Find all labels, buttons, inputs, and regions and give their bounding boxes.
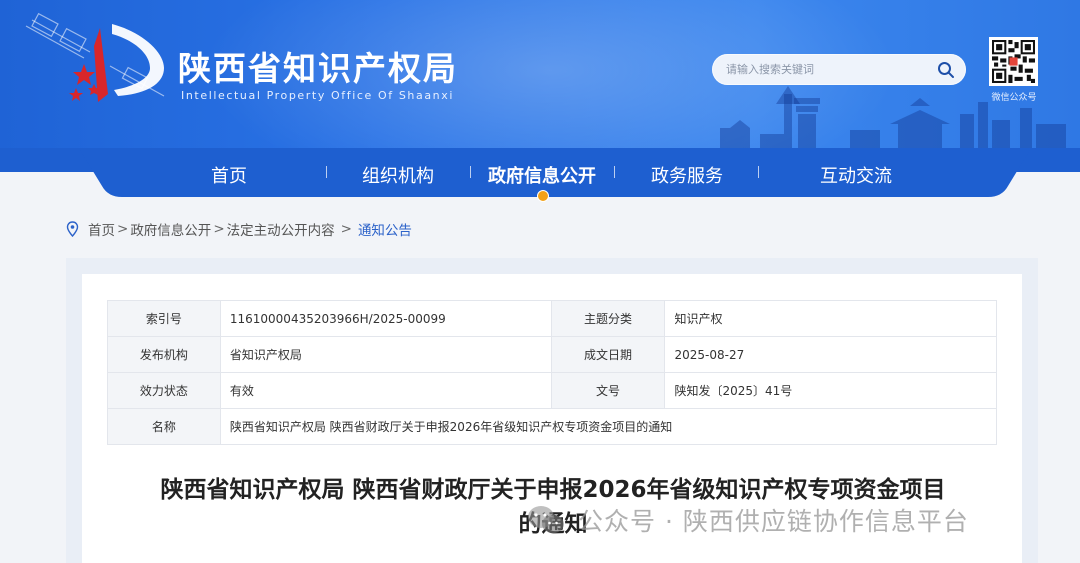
watermark: 公众号 · 陕西供应链协作信息平台 — [526, 500, 969, 540]
nav-separator — [758, 166, 759, 178]
breadcrumb-current[interactable]: 通知公告 — [358, 219, 412, 239]
breadcrumb-separator: > — [117, 221, 129, 237]
breadcrumb-separator: > — [213, 221, 225, 237]
meta-key: 名称 — [107, 408, 221, 445]
breadcrumb-separator: > — [340, 221, 352, 237]
meta-value: 陕西省知识产权局 陕西省财政厅关于申报2026年省级知识产权专项资金项目的通知 — [219, 408, 998, 445]
breadcrumb-statutory-disclosure[interactable]: 法定主动公开内容 — [227, 219, 335, 239]
meta-key: 发布机构 — [107, 336, 221, 373]
main-nav: 首页 组织机构 政府信息公开 政务服务 互动交流 — [80, 150, 1030, 197]
nav-separator — [614, 166, 615, 178]
wechat-icon — [528, 506, 564, 533]
nav-item-gov-info-disclosure[interactable]: 政府信息公开 — [488, 162, 596, 188]
meta-key: 主题分类 — [550, 300, 666, 337]
search-box — [712, 54, 966, 85]
city-skyline-decoration — [720, 86, 1066, 150]
nav-item-interaction[interactable]: 互动交流 — [820, 162, 892, 188]
meta-value: 陕知发〔2025〕41号 — [664, 372, 997, 409]
document-meta-table: 索引号 11610000435203966H/2025-00099 主题分类 知… — [107, 300, 998, 445]
watermark-text: 公众号 · 陕西供应链协作信息平台 — [578, 507, 969, 536]
site-emblem-icon[interactable] — [14, 6, 174, 106]
location-pin-icon — [66, 221, 79, 237]
breadcrumb-gov-info[interactable]: 政府信息公开 — [130, 219, 211, 239]
search-input[interactable] — [726, 60, 926, 79]
table-row: 索引号 11610000435203966H/2025-00099 主题分类 知… — [107, 300, 997, 337]
meta-value: 11610000435203966H/2025-00099 — [219, 300, 552, 337]
site-subtitle: Intellectual Property Office Of Shaanxi — [181, 89, 455, 102]
search-icon[interactable] — [936, 60, 956, 80]
table-row: 发布机构 省知识产权局 成文日期 2025-08-27 — [107, 336, 997, 373]
table-row: 名称 陕西省知识产权局 陕西省财政厅关于申报2026年省级知识产权专项资金项目的… — [107, 408, 998, 445]
meta-value: 省知识产权局 — [219, 336, 552, 373]
nav-separator — [470, 166, 471, 178]
site-title[interactable]: 陕西省知识产权局 — [178, 42, 458, 90]
qr-code-icon — [992, 40, 1035, 83]
site-header: 陕西省知识产权局 Intellectual Property Office Of… — [0, 0, 1080, 150]
meta-key: 文号 — [550, 372, 666, 409]
meta-key: 索引号 — [107, 300, 221, 337]
meta-key: 成文日期 — [550, 336, 666, 373]
meta-value: 2025-08-27 — [664, 336, 997, 373]
meta-value: 知识产权 — [664, 300, 997, 337]
table-row: 效力状态 有效 文号 陕知发〔2025〕41号 — [107, 372, 997, 409]
breadcrumb: 首页 > 政府信息公开 > 法定主动公开内容 > 通知公告 — [66, 219, 412, 239]
active-nav-indicator-icon — [537, 190, 549, 202]
nav-item-organization[interactable]: 组织机构 — [362, 162, 434, 188]
nav-separator — [326, 166, 327, 178]
nav-item-home[interactable]: 首页 — [211, 162, 247, 188]
meta-key: 效力状态 — [107, 372, 221, 409]
breadcrumb-home[interactable]: 首页 — [88, 219, 115, 239]
wechat-qr-code[interactable] — [989, 37, 1038, 86]
nav-item-gov-services[interactable]: 政务服务 — [651, 162, 723, 188]
page: 陕西省知识产权局 Intellectual Property Office Of… — [0, 0, 1080, 563]
meta-value: 有效 — [219, 372, 552, 409]
